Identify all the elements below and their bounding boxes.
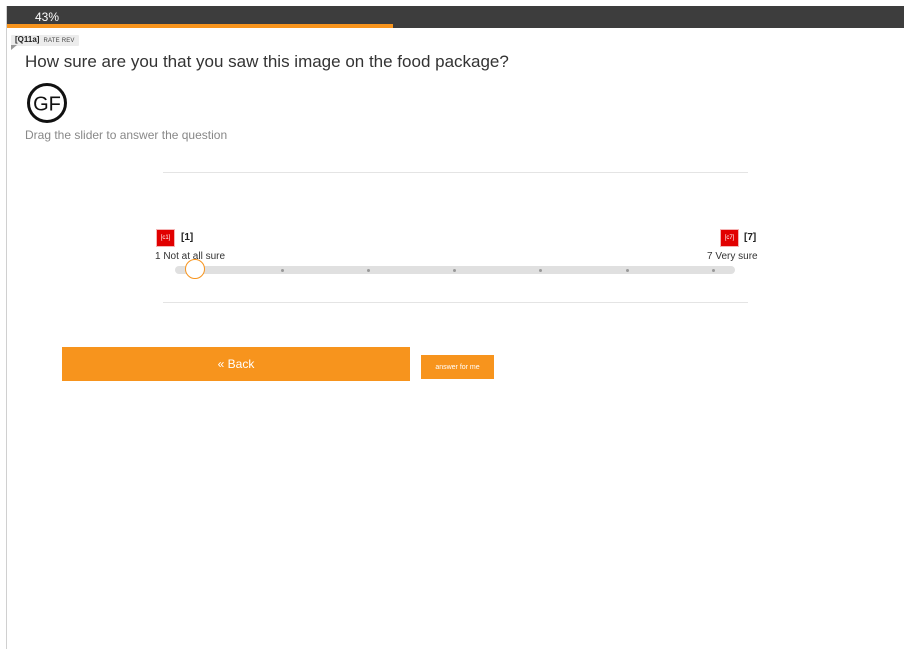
back-button[interactable]: « Back — [62, 347, 410, 381]
question-text: How sure are you that you saw this image… — [25, 52, 509, 71]
progress-text: 43% — [35, 10, 60, 24]
slider-tick — [712, 269, 715, 272]
progress-bar: 43% — [7, 6, 904, 28]
slider-tick — [453, 269, 456, 272]
right-anchor-badge: [c7] — [720, 229, 739, 247]
slider-tick — [367, 269, 370, 272]
right-anchor-code: [7] — [744, 232, 757, 243]
progress-fill — [7, 24, 393, 28]
survey-frame: 43% [Q11a] RATE REV How sure are you that… — [6, 6, 904, 649]
question-id: [Q11a] — [15, 35, 40, 44]
question-id-label: [Q11a] RATE REV — [11, 35, 79, 46]
slider-max-label: 7 Very sure — [707, 251, 758, 262]
slider-handle[interactable] — [185, 259, 205, 279]
divider-bottom — [163, 302, 748, 303]
slider-tick — [539, 269, 542, 272]
slider-tick — [626, 269, 629, 272]
gf-logo-text: GF — [33, 94, 61, 116]
gluten-free-logo: GF — [26, 82, 68, 129]
answer-for-me-button[interactable]: answer for me — [421, 355, 494, 379]
instruction-text: Drag the slider to answer the question — [25, 128, 228, 142]
slider-tick — [281, 269, 284, 272]
corner-arrow-icon — [11, 45, 17, 50]
divider-top — [163, 172, 748, 173]
question-tag: RATE REV — [43, 38, 75, 44]
left-anchor-code: [1] — [181, 232, 194, 243]
left-anchor-badge: [c1] — [156, 229, 175, 247]
